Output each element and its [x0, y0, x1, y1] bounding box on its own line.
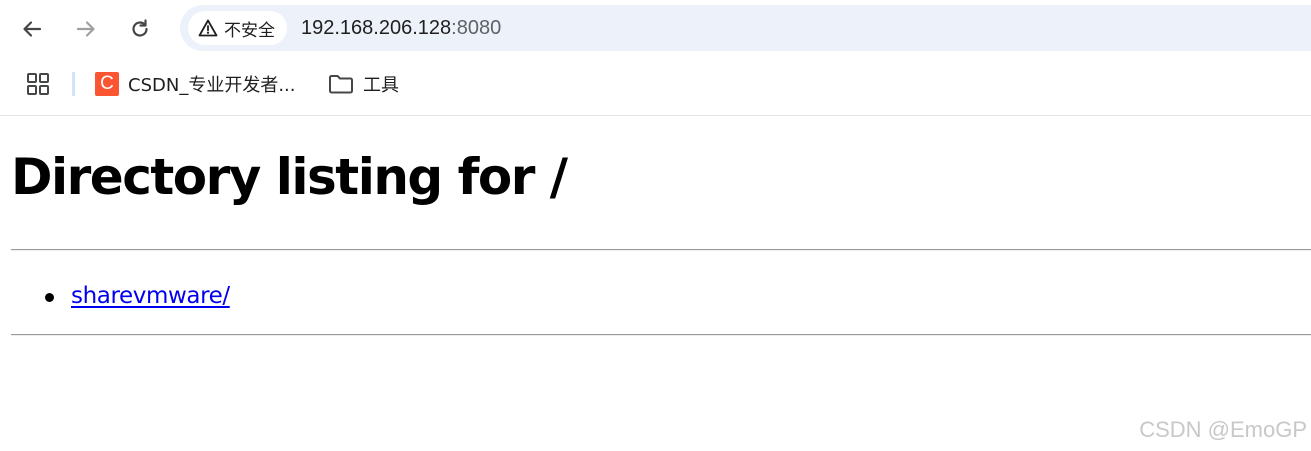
url-port: :8080	[451, 17, 502, 39]
csdn-favicon: C	[95, 72, 119, 96]
bookmark-folder-tools[interactable]: 工具	[328, 70, 399, 98]
address-bar[interactable]: 不安全 192.168.206.128:8080	[180, 5, 1311, 51]
forward-button[interactable]	[70, 13, 102, 45]
bookmark-label: CSDN_专业开发者...	[128, 75, 296, 96]
apps-grid-icon[interactable]	[26, 72, 50, 96]
page-title: Directory listing for /	[11, 148, 568, 206]
divider-top	[11, 249, 1311, 251]
url-text[interactable]: 192.168.206.128:8080	[301, 5, 501, 51]
url-host: 192.168.206.128	[301, 17, 452, 39]
security-chip[interactable]: 不安全	[188, 11, 287, 45]
directory-link[interactable]: sharevmware/	[71, 283, 230, 309]
divider-bottom	[11, 334, 1311, 336]
bullet-icon	[45, 293, 54, 302]
bookmarks-bar: C CSDN_专业开发者... 工具	[0, 58, 1311, 114]
arrow-left-icon	[23, 21, 42, 37]
directory-listing: sharevmware/	[0, 279, 230, 313]
list-item: sharevmware/	[0, 279, 230, 313]
bookmarks-divider	[72, 72, 75, 96]
browser-toolbar: 不安全 192.168.206.128:8080	[0, 0, 1311, 58]
browser-chrome: 不安全 192.168.206.128:8080 C CSDN_专业开发者...…	[0, 0, 1311, 116]
bookmark-label: 工具	[363, 75, 399, 96]
page-content: Directory listing for / sharevmware/ CSD…	[0, 116, 1311, 451]
bookmark-csdn[interactable]: C CSDN_专业开发者...	[95, 70, 295, 98]
reload-button[interactable]	[124, 13, 156, 45]
arrow-right-icon	[76, 21, 95, 37]
security-label: 不安全	[224, 20, 275, 41]
folder-icon	[329, 75, 353, 94]
warning-triangle-icon	[198, 19, 218, 37]
watermark: CSDN @EmoGP	[1139, 417, 1307, 442]
reload-icon	[132, 19, 148, 37]
back-button[interactable]	[16, 13, 48, 45]
